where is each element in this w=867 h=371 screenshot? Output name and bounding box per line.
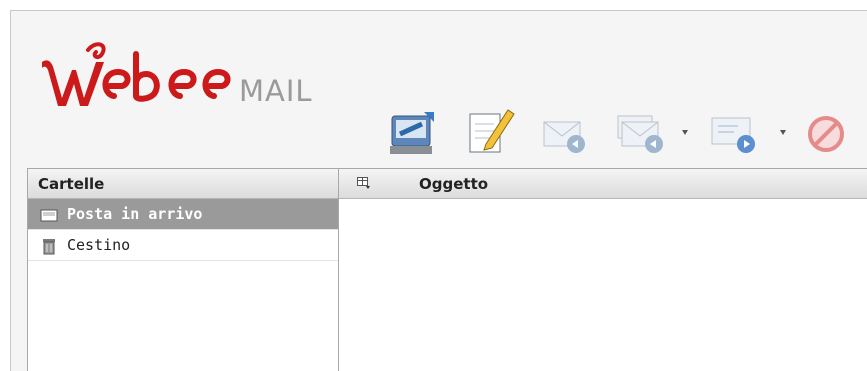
trash-icon [43, 239, 55, 255]
compose-icon [469, 109, 515, 153]
folder-label: Cestino [67, 236, 131, 254]
delete-button[interactable] [802, 104, 856, 160]
reply-all-icon [617, 115, 663, 153]
delete-icon [808, 116, 844, 152]
forward-icon [711, 117, 755, 153]
logo-product-name: MAIL [239, 74, 313, 108]
check-mail-icon [390, 112, 434, 154]
folders-header: Cartelle [28, 169, 339, 199]
compose-button[interactable] [464, 104, 518, 160]
reply-all-dropdown[interactable] [682, 104, 694, 160]
messages-panel: Oggetto [338, 168, 867, 371]
column-header-subject[interactable]: Oggetto [419, 169, 488, 199]
messages-header: Oggetto [339, 169, 867, 199]
check-mail-button[interactable] [386, 104, 440, 160]
chevron-down-icon [682, 130, 688, 135]
logo-mark [42, 42, 231, 106]
reply-all-button[interactable] [614, 104, 668, 160]
inbox-icon [40, 209, 58, 222]
folder-item-inbox[interactable]: Posta in arrivo [28, 199, 339, 230]
forward-button[interactable] [708, 104, 762, 160]
folder-label: Posta in arrivo [67, 205, 203, 223]
column-options-icon[interactable] [357, 177, 371, 190]
chevron-down-icon [780, 130, 786, 135]
forward-dropdown[interactable] [780, 104, 792, 160]
folders-panel: Cartelle Posta in arrivo Cestino [27, 168, 340, 371]
reply-button[interactable] [538, 104, 592, 160]
reply-icon [543, 121, 585, 153]
folder-item-trash[interactable]: Cestino [28, 230, 339, 261]
